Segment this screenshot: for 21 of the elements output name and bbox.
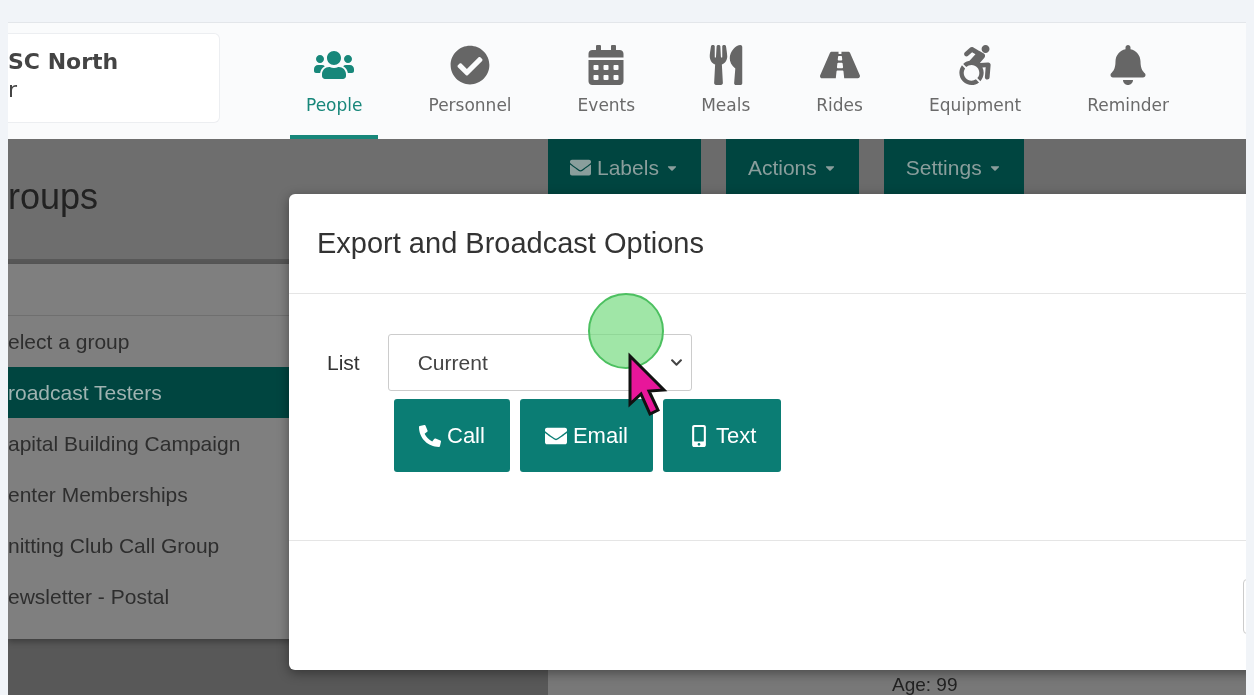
toolbar-dropdown-button[interactable]: Actions (725, 139, 859, 196)
calendar-icon (586, 45, 627, 85)
phone-icon (419, 424, 441, 447)
broadcast-button[interactable]: Text (662, 399, 782, 472)
groups-title: roups (8, 176, 99, 218)
dialog-title: Export and Broadcast Options (317, 227, 704, 260)
nav-tab[interactable]: Rides (800, 23, 879, 139)
envelope-icon (570, 157, 591, 178)
brand-name: SC North (8, 48, 120, 76)
toolbar-dropdown-button[interactable]: Settings (883, 139, 1024, 196)
nav-tab[interactable]: Equipment (912, 23, 1038, 139)
age-text: Age: 99 (892, 675, 958, 695)
nav-tab[interactable]: Personnel (412, 23, 528, 139)
broadcast-button[interactable]: Email (519, 399, 653, 472)
broadcast-button[interactable]: Call (394, 399, 510, 472)
brand-subtitle: r (8, 76, 19, 104)
nav-tab[interactable]: Reminder (1071, 23, 1185, 139)
chevron-down-icon (669, 356, 683, 369)
nav-tab[interactable]: Events (561, 23, 652, 139)
toolbar-dropdown-button[interactable]: Labels (548, 139, 701, 196)
nav-tab[interactable]: Meals (685, 23, 767, 139)
